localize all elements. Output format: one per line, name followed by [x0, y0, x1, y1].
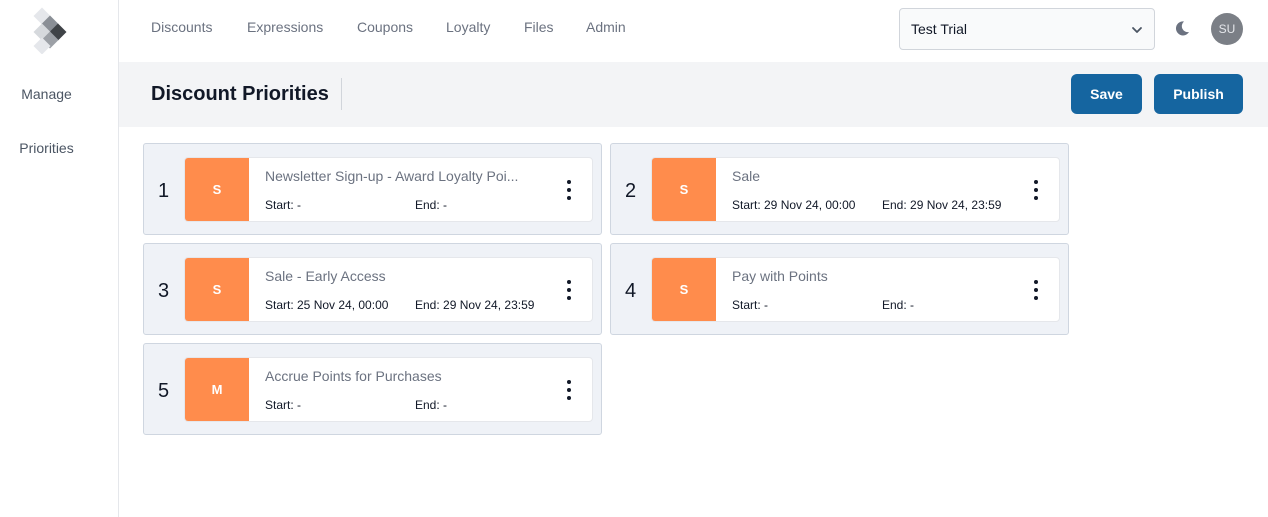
sidebar: Manage Priorities: [0, 0, 119, 517]
page-header: Discount Priorities Save Publish: [119, 62, 1268, 127]
chevron-down-icon: [1130, 23, 1144, 37]
save-button[interactable]: Save: [1071, 74, 1142, 114]
sidebar-item-priorities[interactable]: Priorities: [0, 140, 93, 156]
nav-link-files[interactable]: Files: [524, 19, 554, 35]
discount-end-date: End: -: [882, 298, 914, 312]
priority-card[interactable]: 3 S Sale - Early Access Start: 25 Nov 24…: [143, 243, 602, 335]
priority-card[interactable]: 5 M Accrue Points for Purchases Start: -…: [143, 343, 602, 435]
discount-title: Accrue Points for Purchases: [265, 368, 550, 384]
discount-type-badge: S: [652, 258, 716, 322]
more-options-icon[interactable]: [559, 178, 579, 202]
publish-button[interactable]: Publish: [1154, 74, 1243, 114]
nav-link-coupons[interactable]: Coupons: [357, 19, 413, 35]
priority-rank: 2: [625, 180, 636, 203]
workspace-select-value: Test Trial: [911, 21, 967, 37]
discount-start-date: Start: -: [265, 198, 301, 212]
nav-link-loyalty[interactable]: Loyalty: [446, 19, 490, 35]
moon-icon[interactable]: [1173, 19, 1191, 37]
priority-card[interactable]: 4 S Pay with Points Start: - End: -: [610, 243, 1069, 335]
more-options-icon[interactable]: [1026, 278, 1046, 302]
workspace-select[interactable]: Test Trial: [899, 8, 1155, 50]
discount-start-date: Start: -: [732, 298, 768, 312]
more-options-icon[interactable]: [559, 278, 579, 302]
avatar[interactable]: SU: [1211, 13, 1243, 45]
page-title: Discount Priorities: [151, 83, 329, 106]
discount-end-date: End: 29 Nov 24, 23:59: [882, 198, 1001, 212]
priority-card[interactable]: 2 S Sale Start: 29 Nov 24, 00:00 End: 29…: [610, 143, 1069, 235]
discount-title: Pay with Points: [732, 268, 1017, 284]
sidebar-item-manage[interactable]: Manage: [0, 86, 93, 102]
discount-item[interactable]: S Pay with Points Start: - End: -: [651, 257, 1060, 322]
discount-title: Sale: [732, 168, 1017, 184]
more-options-icon[interactable]: [559, 378, 579, 402]
title-divider: [341, 78, 342, 110]
discount-end-date: End: -: [415, 398, 447, 412]
nav-link-admin[interactable]: Admin: [586, 19, 626, 35]
priority-rank: 4: [625, 280, 636, 303]
discount-type-badge: M: [185, 358, 249, 422]
priority-rank: 5: [158, 380, 169, 403]
logo-icon[interactable]: [28, 6, 68, 54]
priority-rank: 3: [158, 280, 169, 303]
discount-item[interactable]: S Sale Start: 29 Nov 24, 00:00 End: 29 N…: [651, 157, 1060, 222]
discount-start-date: Start: -: [265, 398, 301, 412]
discount-title: Newsletter Sign-up - Award Loyalty Poi..…: [265, 168, 550, 184]
nav-link-discounts[interactable]: Discounts: [151, 19, 212, 35]
top-navigation: Discounts Expressions Coupons Loyalty Fi…: [119, 0, 1268, 62]
discount-item[interactable]: S Sale - Early Access Start: 25 Nov 24, …: [184, 257, 593, 322]
more-options-icon[interactable]: [1026, 178, 1046, 202]
discount-end-date: End: 29 Nov 24, 23:59: [415, 298, 534, 312]
nav-link-expressions[interactable]: Expressions: [247, 19, 323, 35]
discount-type-badge: S: [652, 158, 716, 222]
discount-type-badge: S: [185, 158, 249, 222]
priority-card[interactable]: 1 S Newsletter Sign-up - Award Loyalty P…: [143, 143, 602, 235]
priority-rank: 1: [158, 180, 169, 203]
discount-type-badge: S: [185, 258, 249, 322]
discount-title: Sale - Early Access: [265, 268, 550, 284]
discount-start-date: Start: 25 Nov 24, 00:00: [265, 298, 388, 312]
discount-start-date: Start: 29 Nov 24, 00:00: [732, 198, 855, 212]
discount-end-date: End: -: [415, 198, 447, 212]
discount-item[interactable]: S Newsletter Sign-up - Award Loyalty Poi…: [184, 157, 593, 222]
discount-item[interactable]: M Accrue Points for Purchases Start: - E…: [184, 357, 593, 422]
